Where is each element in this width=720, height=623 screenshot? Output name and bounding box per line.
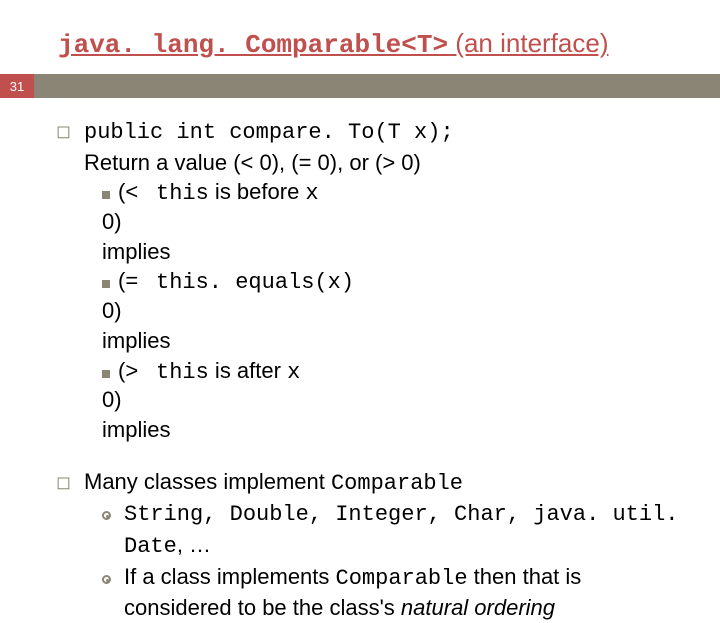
sub-list-1: (< 0) implies this is before x (= 0) imp… xyxy=(84,177,680,444)
slide-title: java. lang. Comparable<T> (an interface) xyxy=(0,0,720,74)
return-desc: Return a value (< 0), (= 0), or (> 0) xyxy=(84,148,680,178)
bullet-compare-to: ◻ public int compare. To(T x); Return a … xyxy=(56,116,680,445)
sub-item: String, Double, Integer, Char, java. uti… xyxy=(102,498,680,561)
square-icon xyxy=(102,191,110,199)
bar-fill xyxy=(34,74,720,98)
target-icon xyxy=(102,575,111,584)
title-code: java. lang. Comparable<T> xyxy=(58,30,448,60)
sub-list-2: String, Double, Integer, Char, java. uti… xyxy=(84,498,680,623)
sub-item: (< 0) implies this is before x xyxy=(102,177,680,266)
title-rest: (an interface) xyxy=(448,28,608,58)
comparable-code: Comparable xyxy=(331,471,463,496)
slide-content: ◻ public int compare. To(T x); Return a … xyxy=(0,98,720,623)
square-icon xyxy=(102,370,110,378)
target-icon xyxy=(102,511,111,520)
hollow-square-icon: ◻ xyxy=(56,116,84,445)
sub-item: (= 0) implies this. equals(x) xyxy=(102,266,680,355)
code-signature: public int compare. To(T x); xyxy=(84,120,454,145)
many-classes-text: Many classes implement xyxy=(84,469,331,494)
accent-bar: 31 xyxy=(0,74,720,98)
hollow-square-icon: ◻ xyxy=(56,467,84,623)
slide-number: 31 xyxy=(0,74,34,98)
sub-item: If a class implements Comparable then th… xyxy=(102,562,680,623)
sub-item: (> 0) implies this is after x xyxy=(102,356,680,445)
square-icon xyxy=(102,280,110,288)
bullet-many-classes: ◻ Many classes implement Comparable Stri… xyxy=(56,467,680,623)
